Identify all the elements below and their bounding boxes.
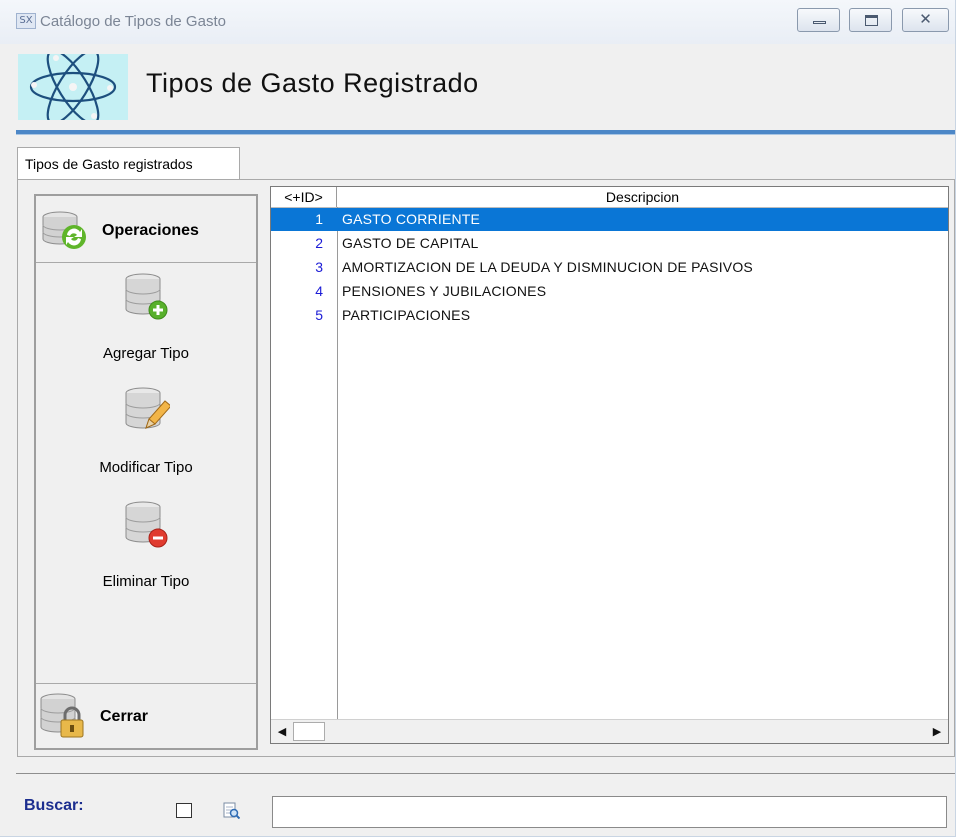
types-grid[interactable]: <+ID> Descripcion 1 GASTO CORRIENTE 2 GA…	[270, 186, 949, 744]
table-row[interactable]: 3 AMORTIZACION DE LA DEUDA Y DISMINUCION…	[271, 256, 948, 279]
table-row[interactable]: 5 PARTICIPACIONES	[271, 304, 948, 327]
tab-tipos-registrados[interactable]: Tipos de Gasto registrados	[17, 147, 240, 179]
database-delete-icon	[125, 501, 168, 548]
cell-descripcion: PENSIONES Y JUBILACIONES	[342, 283, 547, 299]
operations-title: Operaciones	[102, 222, 199, 239]
column-header-descripcion[interactable]: Descripcion	[337, 187, 948, 207]
database-add-icon	[125, 273, 168, 320]
minimize-button[interactable]	[797, 8, 840, 32]
operations-header: Operaciones	[36, 196, 256, 263]
scroll-left-icon[interactable]: ◀	[272, 724, 292, 740]
close-button[interactable]: Cerrar	[36, 683, 256, 748]
window-title: Catálogo de Tipos de Gasto	[40, 13, 226, 30]
search-checkbox[interactable]	[176, 803, 192, 818]
maximize-icon	[865, 15, 878, 26]
database-refresh-icon	[42, 211, 86, 249]
tab-label: Tipos de Gasto registrados	[25, 156, 193, 172]
search-label: Buscar:	[24, 797, 84, 814]
table-row[interactable]: 1 GASTO CORRIENTE	[271, 208, 948, 231]
cell-id: 5	[315, 307, 323, 323]
column-header-id[interactable]: <+ID>	[271, 187, 337, 207]
close-window-button[interactable]: ✕	[902, 8, 949, 32]
cell-descripcion: PARTICIPACIONES	[342, 307, 471, 323]
table-row[interactable]: 4 PENSIONES Y JUBILACIONES	[271, 280, 948, 303]
add-type-button[interactable]: Agregar Tipo	[36, 272, 256, 382]
edit-type-label: Modificar Tipo	[99, 459, 193, 476]
operations-panel: Operaciones Agregar Tipo Modificar Tipo	[34, 194, 258, 750]
grid-header: <+ID> Descripcion	[271, 187, 948, 208]
scroll-right-icon[interactable]: ▶	[927, 724, 947, 740]
delete-type-button[interactable]: Eliminar Tipo	[36, 500, 256, 610]
app-window: SX Catálogo de Tipos de Gasto ✕ Tipos de…	[0, 0, 956, 837]
horizontal-scrollbar[interactable]: ◀ ▶	[271, 719, 948, 743]
minimize-icon	[813, 21, 826, 24]
table-row[interactable]: 2 GASTO DE CAPITAL	[271, 232, 948, 255]
cell-descripcion: GASTO DE CAPITAL	[342, 235, 479, 251]
find-document-icon[interactable]	[223, 802, 240, 819]
atom-logo-icon	[18, 49, 128, 125]
add-type-label: Agregar Tipo	[103, 345, 189, 362]
title-bar[interactable]: SX Catálogo de Tipos de Gasto ✕	[0, 0, 955, 44]
cell-id: 4	[315, 283, 323, 299]
header-banner: Tipos de Gasto Registrado	[0, 44, 955, 130]
cell-id: 1	[315, 211, 323, 227]
close-label: Cerrar	[100, 708, 149, 725]
scroll-thumb[interactable]	[293, 722, 325, 741]
database-edit-icon	[125, 387, 170, 429]
close-icon: ✕	[919, 10, 932, 28]
cell-id: 3	[315, 259, 323, 275]
search-divider	[16, 773, 955, 774]
cell-id: 2	[315, 235, 323, 251]
cell-descripcion: GASTO CORRIENTE	[342, 211, 481, 227]
page-title: Tipos de Gasto Registrado	[146, 68, 479, 98]
edit-type-button[interactable]: Modificar Tipo	[36, 386, 256, 496]
app-icon: SX	[16, 13, 36, 29]
maximize-button[interactable]	[849, 8, 892, 32]
delete-type-label: Eliminar Tipo	[102, 573, 190, 590]
search-input[interactable]	[272, 796, 947, 828]
header-divider-light	[16, 134, 955, 135]
database-lock-icon	[40, 693, 84, 738]
cell-descripcion: AMORTIZACION DE LA DEUDA Y DISMINUCION D…	[342, 259, 753, 275]
